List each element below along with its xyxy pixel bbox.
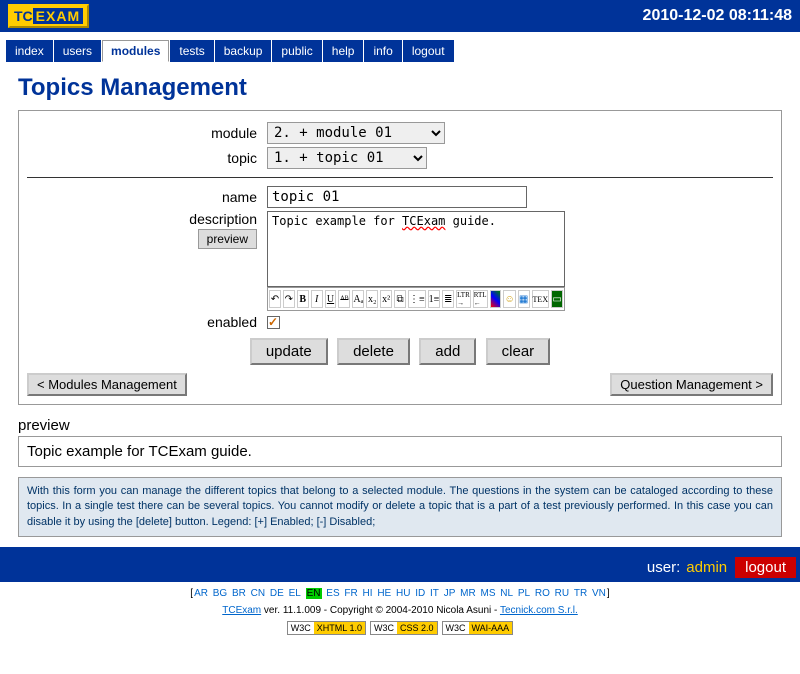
lang-CN[interactable]: CN [251, 588, 265, 599]
lang-AR[interactable]: AR [194, 588, 208, 599]
lang-HE[interactable]: HE [377, 588, 391, 599]
subscript-icon[interactable]: x₂ [366, 290, 378, 308]
smiley-icon[interactable]: ☺ [503, 290, 515, 308]
lang-BG[interactable]: BG [213, 588, 227, 599]
preview-box: Topic example for TCExam guide. [18, 436, 782, 467]
clear-button[interactable]: clear [486, 338, 551, 365]
form-panel: module 2. + module 01 topic 1. + topic 0… [18, 110, 782, 405]
ol-icon[interactable]: 1≡ [428, 290, 441, 308]
lang-IT[interactable]: IT [430, 588, 439, 599]
next-section-button[interactable]: Question Management > [610, 373, 773, 396]
underline-icon[interactable]: U [325, 290, 337, 308]
delete-button[interactable]: delete [337, 338, 410, 365]
lang-BR[interactable]: BR [232, 588, 246, 599]
enabled-checkbox[interactable] [267, 316, 280, 329]
timestamp: 2010-12-02 08:11:48 [643, 7, 792, 25]
rtl-icon[interactable]: RTL← [473, 290, 488, 308]
copyright: TCExam ver. 11.1.009 - Copyright © 2004-… [0, 605, 800, 616]
link-icon[interactable]: ⧉ [394, 290, 406, 308]
language-bar: [AR BG BR CN DE EL EN ES FR HI HE HU ID … [0, 588, 800, 599]
lang-TR[interactable]: TR [574, 588, 587, 599]
user-label: user: [647, 559, 680, 576]
lang-NL[interactable]: NL [500, 588, 513, 599]
color-icon[interactable] [490, 290, 502, 308]
add-button[interactable]: add [419, 338, 476, 365]
page-title: Topics Management [0, 62, 800, 110]
module-select[interactable]: 2. + module 01 [267, 122, 445, 144]
topic-label: topic [27, 150, 267, 166]
name-label: name [27, 189, 267, 205]
badge-WAI-AAA[interactable]: W3CWAI-AAA [442, 621, 514, 635]
enabled-label: enabled [27, 314, 267, 330]
name-input[interactable] [267, 186, 527, 208]
ltr-icon[interactable]: LTR→ [456, 290, 471, 308]
li-icon[interactable]: ≣ [442, 290, 454, 308]
undo-icon[interactable]: ↶ [269, 290, 281, 308]
w3c-badges: W3CXHTML 1.0 W3CCSS 2.0 W3CWAI-AAA [0, 620, 800, 635]
lang-EL[interactable]: EL [289, 588, 301, 599]
app-link[interactable]: TCExam [222, 605, 261, 616]
image-icon[interactable]: ▦ [518, 290, 530, 308]
strike-icon[interactable]: ᴬᴮ [338, 290, 350, 308]
company-link[interactable]: Tecnick.com S.r.l. [500, 605, 578, 616]
badge-CSS20[interactable]: W3CCSS 2.0 [370, 621, 438, 635]
tex-icon[interactable]: TEX [532, 290, 550, 308]
lang-RO[interactable]: RO [535, 588, 550, 599]
description-label: description preview [27, 211, 267, 249]
editor-toolbar: ↶ ↷ B I U ᴬᴮ Aₐ x₂ x² ⧉ ⋮≡ 1≡ ≣ LTR→ RTL… [267, 287, 565, 311]
superscript-icon[interactable]: x² [380, 290, 392, 308]
font-case-icon[interactable]: Aₐ [352, 290, 364, 308]
lang-VN[interactable]: VN [592, 588, 606, 599]
nav-users[interactable]: users [54, 40, 101, 62]
nav-logout[interactable]: logout [403, 40, 454, 62]
nav-tests[interactable]: tests [170, 40, 213, 62]
module-label: module [27, 125, 267, 141]
nav-index[interactable]: index [6, 40, 53, 62]
redo-icon[interactable]: ↷ [283, 290, 295, 308]
user-name: admin [686, 559, 727, 576]
lang-FR[interactable]: FR [344, 588, 357, 599]
nav-public[interactable]: public [272, 40, 321, 62]
logout-button[interactable]: logout [735, 557, 796, 578]
bold-icon[interactable]: B [297, 290, 309, 308]
italic-icon[interactable]: I [311, 290, 323, 308]
lang-DE[interactable]: DE [270, 588, 284, 599]
preview-label: preview [18, 417, 782, 434]
logo: TCEXAM [8, 4, 89, 28]
badge-XHTML10[interactable]: W3CXHTML 1.0 [287, 621, 366, 635]
ul-icon[interactable]: ⋮≡ [408, 290, 426, 308]
topic-select[interactable]: 1. + topic 01 [267, 147, 427, 169]
description-textarea[interactable]: Topic example for TCExam guide. [267, 211, 565, 287]
lang-ID[interactable]: ID [415, 588, 425, 599]
lang-HU[interactable]: HU [396, 588, 410, 599]
update-button[interactable]: update [250, 338, 328, 365]
nav-info[interactable]: info [364, 40, 401, 62]
help-text: With this form you can manage the differ… [18, 477, 782, 537]
nav-backup[interactable]: backup [215, 40, 272, 62]
lang-RU[interactable]: RU [555, 588, 569, 599]
object-icon[interactable]: ▭ [551, 290, 563, 308]
nav-modules[interactable]: modules [102, 40, 169, 62]
lang-MS[interactable]: MS [481, 588, 496, 599]
lang-ES[interactable]: ES [326, 588, 339, 599]
lang-EN[interactable]: EN [306, 588, 322, 599]
main-nav: indexusersmodulestestsbackuppublichelpin… [0, 32, 800, 62]
prev-section-button[interactable]: < Modules Management [27, 373, 187, 396]
lang-MR[interactable]: MR [460, 588, 476, 599]
preview-button[interactable]: preview [198, 229, 257, 249]
lang-PL[interactable]: PL [518, 588, 530, 599]
nav-help[interactable]: help [323, 40, 364, 62]
lang-HI[interactable]: HI [363, 588, 373, 599]
lang-JP[interactable]: JP [444, 588, 456, 599]
